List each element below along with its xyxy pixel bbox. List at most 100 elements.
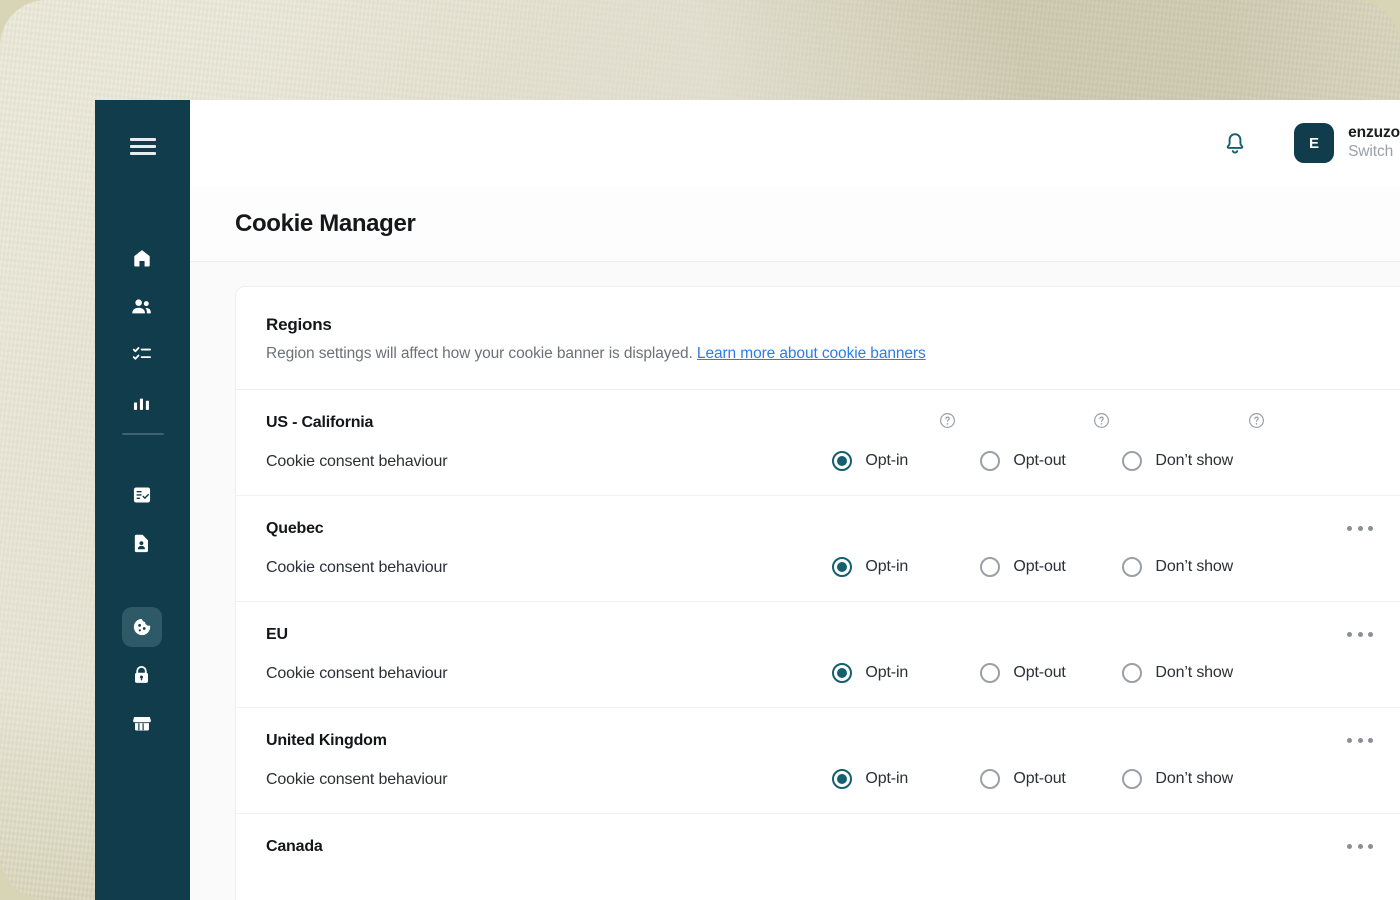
notifications-button[interactable] — [1213, 121, 1257, 165]
page-title: Cookie Manager — [235, 210, 416, 237]
radio-option-dont-show[interactable]: Don’t show — [1122, 451, 1233, 471]
region-name: EU — [266, 626, 288, 643]
radio-option-label: Opt-out — [1013, 770, 1066, 787]
radio-option-opt-in[interactable]: Opt-in — [832, 557, 908, 577]
app-window: E enzuzo Switch Cookie Manager Regions R… — [95, 100, 1400, 900]
sidebar-item-forms[interactable] — [122, 475, 162, 515]
region-controls: Cookie consent behaviour Opt-in Opt-out Don… — [266, 663, 1400, 685]
sidebar-item-store[interactable] — [122, 703, 162, 743]
region-row: Canada — [236, 814, 1400, 878]
radio-option-label: Don’t show — [1155, 558, 1234, 575]
region-more-button[interactable] — [1347, 624, 1373, 644]
region-more-button[interactable] — [1347, 836, 1373, 856]
radio-indicator[interactable] — [1122, 557, 1143, 577]
radio-option-dont-show[interactable]: Don’t show — [1122, 769, 1233, 789]
account-text: enzuzo Switch — [1348, 124, 1400, 162]
consent-behaviour-label: Cookie consent behaviour — [266, 665, 448, 682]
sidebar-item-people[interactable] — [122, 286, 162, 326]
consent-radio-group: Opt-in Opt-out Don’t show — [447, 451, 1400, 473]
help-circle-icon[interactable] — [1093, 412, 1110, 429]
account-name: enzuzo — [1348, 124, 1400, 142]
radio-option-label: Don’t show — [1155, 664, 1234, 681]
radio-option-opt-in[interactable]: Opt-in — [832, 769, 908, 789]
consent-radio-group: Opt-in Opt-out Don’t show — [447, 769, 1400, 791]
page-body: Regions Region settings will affect how … — [190, 262, 1400, 900]
region-row: EU Cookie consent behaviour Opt-in Opt-out D… — [236, 602, 1400, 708]
radio-indicator[interactable] — [832, 451, 853, 471]
region-header: United Kingdom — [266, 732, 1400, 750]
region-controls: Cookie consent behaviour Opt-in Opt-out Don… — [266, 451, 1400, 473]
regions-card: Regions Region settings will affect how … — [235, 286, 1400, 900]
radio-indicator[interactable] — [1122, 663, 1143, 683]
radio-indicator[interactable] — [980, 451, 1001, 471]
regions-section-title: Regions — [266, 315, 332, 334]
consent-behaviour-label: Cookie consent behaviour — [266, 771, 448, 788]
region-row: Quebec Cookie consent behaviour Opt-in Opt-… — [236, 496, 1400, 602]
storefront-icon — [131, 712, 153, 734]
radio-indicator[interactable] — [1122, 769, 1143, 789]
help-circle-icon[interactable] — [1248, 412, 1265, 429]
bell-icon — [1226, 132, 1244, 154]
radio-indicator[interactable] — [980, 663, 1001, 683]
document-user-icon — [131, 532, 152, 554]
region-header: Canada — [266, 838, 1400, 856]
sidebar-item-cookies[interactable] — [121, 607, 162, 647]
radio-option-dont-show[interactable]: Don’t show — [1122, 557, 1233, 577]
radio-indicator[interactable] — [980, 557, 1001, 577]
regions-list: US - California Cookie consent behaviour O… — [236, 390, 1400, 878]
radio-indicator[interactable] — [832, 557, 853, 577]
consent-behaviour-label: Cookie consent behaviour — [266, 453, 448, 470]
help-icon-slot-opt-in[interactable] — [939, 412, 956, 429]
radio-indicator[interactable] — [832, 769, 853, 789]
radio-option-label: Opt-out — [1013, 452, 1066, 469]
radio-option-label: Opt-out — [1013, 558, 1066, 575]
sidebar-nav-list — [121, 238, 164, 751]
radio-option-opt-out[interactable]: Opt-out — [980, 663, 1066, 683]
sidebar-item-security[interactable] — [122, 655, 162, 695]
regions-description-text: Region settings will affect how your coo… — [266, 345, 693, 362]
sidebar-item-checklist[interactable] — [122, 334, 162, 374]
region-name: United Kingdom — [266, 732, 387, 749]
radio-option-label: Opt-in — [865, 452, 909, 469]
topbar: E enzuzo Switch — [190, 100, 1400, 186]
radio-option-opt-out[interactable]: Opt-out — [980, 451, 1066, 471]
radio-indicator[interactable] — [832, 663, 853, 683]
radio-option-label: Don’t show — [1155, 452, 1234, 469]
region-more-button[interactable] — [1347, 730, 1373, 750]
home-icon — [131, 247, 153, 269]
region-name: Canada — [266, 838, 323, 855]
help-icon-slot-dont-show[interactable] — [1248, 412, 1265, 429]
radio-option-opt-out[interactable]: Opt-out — [980, 769, 1066, 789]
hamburger-icon[interactable] — [129, 138, 156, 155]
help-circle-icon[interactable] — [939, 412, 956, 429]
radio-option-label: Opt-out — [1013, 664, 1066, 681]
radio-indicator[interactable] — [1122, 451, 1143, 471]
region-header: US - California — [266, 414, 1400, 432]
sidebar-item-analytics[interactable] — [122, 382, 162, 422]
region-name: US - California — [266, 414, 374, 431]
region-row: United Kingdom Cookie consent behaviour Op… — [236, 708, 1400, 814]
sidebar — [95, 100, 190, 900]
radio-option-opt-out[interactable]: Opt-out — [980, 557, 1066, 577]
consent-behaviour-label: Cookie consent behaviour — [266, 559, 448, 576]
cookie-icon — [131, 616, 153, 638]
region-more-button[interactable] — [1347, 518, 1373, 538]
radio-option-label: Opt-in — [865, 770, 909, 787]
account-switcher[interactable]: E enzuzo Switch — [1294, 123, 1400, 163]
region-name: Quebec — [266, 520, 324, 537]
radio-option-dont-show[interactable]: Don’t show — [1122, 663, 1233, 683]
sidebar-item-home[interactable] — [122, 238, 162, 278]
radio-option-opt-in[interactable]: Opt-in — [832, 663, 908, 683]
regions-card-header: Regions Region settings will affect how … — [236, 287, 1400, 390]
radio-option-opt-in[interactable]: Opt-in — [832, 451, 908, 471]
learn-more-link[interactable]: Learn more about cookie banners — [697, 345, 926, 362]
main-content: E enzuzo Switch Cookie Manager Regions R… — [190, 100, 1400, 900]
regions-description: Region settings will affect how your coo… — [266, 345, 1370, 363]
checklist-icon — [131, 343, 153, 365]
consent-radio-group: Opt-in Opt-out Don’t show — [447, 663, 1400, 685]
region-row: US - California Cookie consent behaviour O… — [236, 390, 1400, 496]
sidebar-item-documents[interactable] — [122, 523, 162, 563]
help-icon-slot-opt-out[interactable] — [1093, 412, 1110, 429]
radio-indicator[interactable] — [980, 769, 1001, 789]
consent-radio-group: Opt-in Opt-out Don’t show — [447, 557, 1400, 579]
